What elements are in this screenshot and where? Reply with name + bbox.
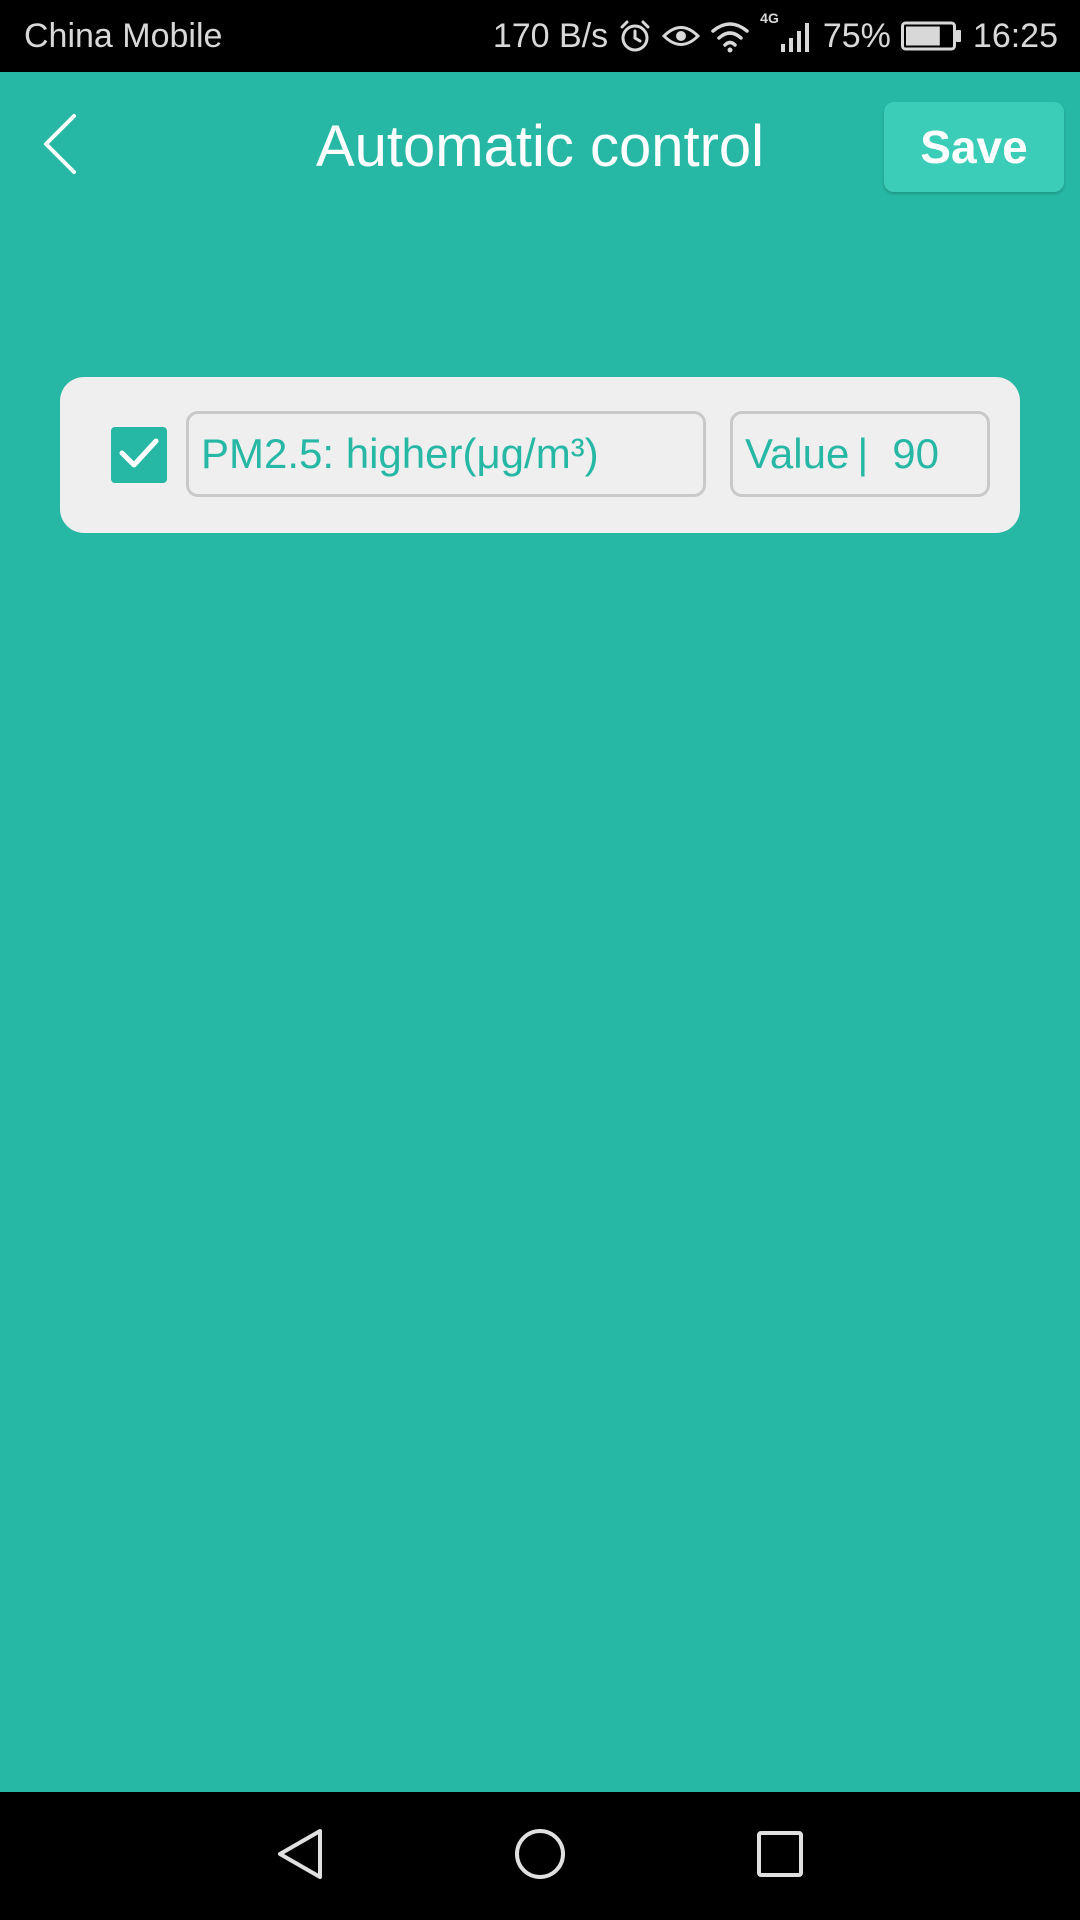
wifi-icon <box>710 19 750 53</box>
condition-checkbox[interactable] <box>111 427 167 483</box>
alarm-icon <box>618 19 652 53</box>
nav-recents-icon <box>756 1830 804 1883</box>
status-indicators: 170 B/s 4G 75% 16:25 <box>492 10 1058 56</box>
network-speed: 170 B/s <box>492 16 609 55</box>
eye-icon <box>662 21 701 51</box>
battery-icon <box>900 21 963 51</box>
nav-back-icon <box>274 1827 326 1886</box>
nav-recents-button[interactable] <box>740 1816 820 1896</box>
condition-label: PM2.5: higher(μg/m³) <box>201 430 599 477</box>
signal-icon: 4G <box>760 10 813 52</box>
value-label: Value <box>745 430 850 477</box>
carrier-label: China Mobile <box>24 16 223 55</box>
save-button[interactable]: Save <box>884 102 1064 192</box>
value-input[interactable]: Value | 90 <box>730 411 990 497</box>
condition-card: PM2.5: higher(μg/m³) Value | 90 <box>60 377 1020 533</box>
battery-percent: 75% <box>822 16 891 55</box>
nav-back-button[interactable] <box>260 1816 340 1896</box>
status-bar: China Mobile 170 B/s 4G 75% 16:25 <box>0 0 1080 72</box>
condition-selector[interactable]: PM2.5: higher(μg/m³) <box>186 411 706 497</box>
clock: 16:25 <box>972 16 1058 55</box>
navigation-bar <box>0 1792 1080 1920</box>
nav-home-icon <box>513 1827 567 1886</box>
network-type: 4G <box>760 10 779 26</box>
value-separator: | <box>857 430 869 477</box>
app-header: Automatic control Save <box>0 72 1080 222</box>
value-text: 90 <box>892 430 939 477</box>
checkmark-icon <box>118 436 160 475</box>
nav-home-button[interactable] <box>500 1816 580 1896</box>
